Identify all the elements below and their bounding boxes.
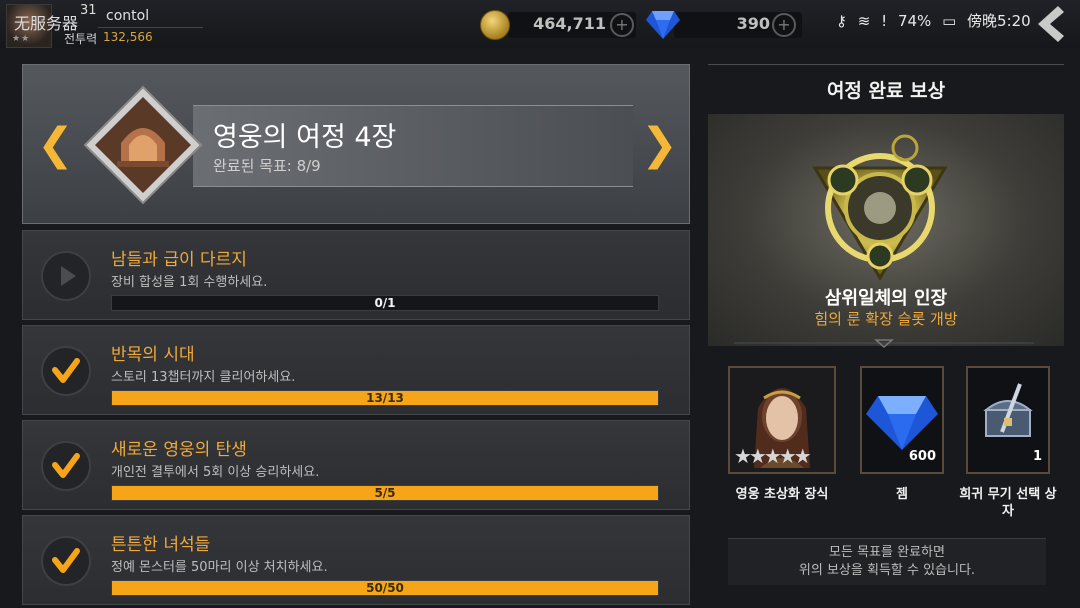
checkmark-icon bbox=[41, 441, 91, 491]
notice-line1: 모든 목표를 완료하면 bbox=[829, 545, 945, 560]
next-chapter-arrow-icon[interactable]: ❯ bbox=[641, 123, 678, 167]
status-bar: ⚷ ≋ ! 74% ▭ 傍晚5:20 bbox=[836, 10, 1031, 31]
key-icon: ⚷ bbox=[836, 12, 847, 30]
clock-time: 傍晚5:20 bbox=[967, 12, 1031, 30]
power-label: 전투력 bbox=[64, 32, 98, 46]
quest-progress-bar: 50/50 bbox=[111, 580, 659, 596]
reward-divider-top bbox=[708, 64, 1064, 65]
add-gem-icon[interactable]: + bbox=[772, 13, 796, 37]
quest-title: 반목의 시대 bbox=[111, 345, 195, 365]
main-reward-name: 삼위일체의 인장 bbox=[824, 288, 948, 309]
wifi-icon: ≋ bbox=[857, 12, 871, 30]
checkmark-icon bbox=[41, 346, 91, 396]
quest-row[interactable]: 튼튼한 녀석들정예 몬스터를 50마리 이상 처치하세요. 50/50 bbox=[22, 515, 690, 605]
reward-item-chest[interactable]: 1 bbox=[966, 366, 1050, 474]
rank-stars-icon: ★★ bbox=[12, 34, 31, 44]
quest-title: 새로운 영웅의 탄생 bbox=[111, 440, 247, 460]
name-underline bbox=[98, 27, 203, 28]
portrait-stars-icon: ★★★★★ bbox=[734, 444, 812, 468]
ornament-divider bbox=[734, 339, 1034, 348]
chapter-title: 영웅의 여정 4장 bbox=[213, 122, 397, 153]
quest-row[interactable]: 반목의 시대스토리 13챕터까지 클리어하세요. 13/13 bbox=[22, 325, 690, 415]
quest-progress-bar: 5/5 bbox=[111, 485, 659, 501]
player-level: 31 bbox=[80, 3, 97, 18]
reward-item-label: 희귀 무기 선택 상자 bbox=[959, 487, 1057, 519]
quest-desc: 정예 몬스터를 50마리 이상 처치하세요. bbox=[111, 560, 328, 575]
gold-amount: 464,711 bbox=[533, 14, 606, 33]
battery-icon: ▭ bbox=[942, 12, 957, 30]
reward-item-label: 영웅 초상화 장식 bbox=[735, 487, 829, 502]
chest-icon bbox=[983, 383, 1033, 437]
gem-icon bbox=[866, 396, 938, 450]
quest-title: 튼튼한 녀석들 bbox=[111, 535, 211, 555]
prev-chapter-arrow-icon[interactable]: ❮ bbox=[37, 123, 74, 167]
reward-item-count: 600 bbox=[908, 449, 936, 464]
quest-panel: ❮ 영웅의 여정 4장 완료된 목표: 8/9 ❯ 남들과 급이 다르지장비 합… bbox=[22, 64, 690, 605]
gem-icon bbox=[646, 11, 680, 39]
back-button[interactable] bbox=[1028, 4, 1072, 44]
quest-progress-text: 50/50 bbox=[366, 581, 404, 595]
add-gold-icon[interactable]: + bbox=[610, 13, 634, 37]
main-reward-desc: 힘의 룬 확장 슬롯 개방 bbox=[814, 310, 958, 328]
quest-row[interactable]: 새로운 영웅의 탄생개인전 결투에서 5회 이상 승리하세요. 5/5 bbox=[22, 420, 690, 510]
top-bar: 无服务器 31 ★★ contol 전투력 132,566 464,711 + … bbox=[0, 0, 1080, 48]
notice-line2: 위의 보상을 획득할 수 있습니다. bbox=[798, 563, 976, 578]
notice-text: 모든 목표를 완료하면 위의 보상을 획득할 수 있습니다. bbox=[728, 544, 1046, 580]
battery-percent: 74% bbox=[897, 12, 932, 30]
chapter-header: ❮ 영웅의 여정 4장 완료된 목표: 8/9 ❯ bbox=[22, 64, 690, 224]
chapter-progress: 완료된 목표: 8/9 bbox=[213, 157, 321, 175]
trinity-seal-icon bbox=[812, 134, 948, 281]
quest-desc: 스토리 13챕터까지 클리어하세요. bbox=[111, 370, 296, 385]
play-icon bbox=[41, 251, 91, 301]
reward-title: 여정 완료 보상 bbox=[826, 80, 946, 102]
reward-item-label: 젬 bbox=[896, 487, 908, 502]
quest-progress-bar: 13/13 bbox=[111, 390, 659, 406]
quest-row[interactable]: 남들과 급이 다르지장비 합성을 1회 수행하세요. 0/1 bbox=[22, 230, 690, 320]
quest-desc: 개인전 결투에서 5회 이상 승리하세요. bbox=[111, 465, 320, 480]
gem-amount: 390 bbox=[736, 14, 770, 33]
quest-desc: 장비 합성을 1회 수행하세요. bbox=[111, 275, 268, 290]
username: contol bbox=[106, 8, 150, 24]
quest-title: 남들과 급이 다르지 bbox=[111, 250, 247, 270]
quest-progress-text: 5/5 bbox=[374, 486, 396, 500]
checkmark-icon bbox=[41, 536, 91, 586]
reward-item-portrait[interactable]: ★★★★★ bbox=[728, 366, 836, 474]
power-value: 132,566 bbox=[103, 30, 153, 44]
alert-icon: ! bbox=[881, 12, 888, 30]
reward-item-count: 1 bbox=[1032, 449, 1042, 464]
quest-progress-bar: 0/1 bbox=[111, 295, 659, 311]
gold-coin-icon bbox=[480, 10, 510, 40]
chapter-emblem-icon bbox=[83, 85, 203, 205]
reward-item-gem[interactable]: 600 bbox=[860, 366, 944, 474]
quest-progress-text: 13/13 bbox=[366, 391, 404, 405]
quest-progress-text: 0/1 bbox=[374, 296, 396, 310]
